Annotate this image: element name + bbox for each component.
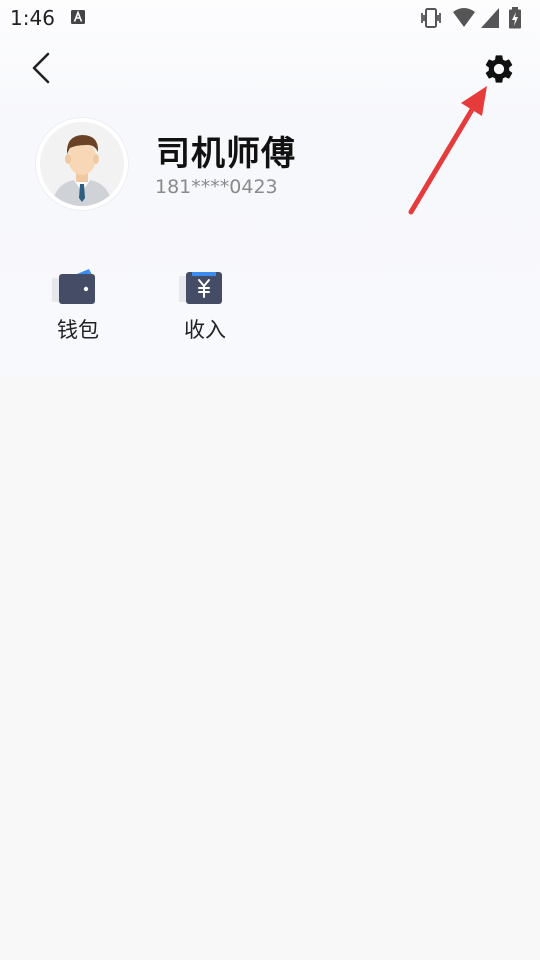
settings-button[interactable] [482,52,516,86]
driver-avatar-icon [40,122,124,206]
chevron-left-icon [32,52,50,84]
battery-charging-icon [509,7,521,29]
avatar[interactable] [36,118,128,210]
driver-phone: 181****0423 [155,176,278,198]
income-button[interactable]: 收入 [160,262,250,348]
income-icon [179,272,222,304]
back-button[interactable] [24,48,60,88]
text-a-icon [71,10,85,24]
driver-profile-screen: 1:46 司机师傅 181****0423 钱包 收入 [0,0,540,960]
status-bar: 1:46 [0,0,540,36]
wifi-icon [453,8,475,27]
income-label: 收入 [184,318,226,342]
driver-name: 司机师傅 [156,134,296,174]
signal-icon [481,8,499,28]
wallet-label: 钱包 [57,318,99,342]
status-icons [420,7,530,29]
gear-icon [485,55,513,83]
status-time: 1:46 [10,6,55,30]
wallet-icon [52,269,95,304]
vibrate-icon [421,8,441,28]
wallet-button[interactable]: 钱包 [33,262,123,348]
avatar-image [40,122,124,206]
